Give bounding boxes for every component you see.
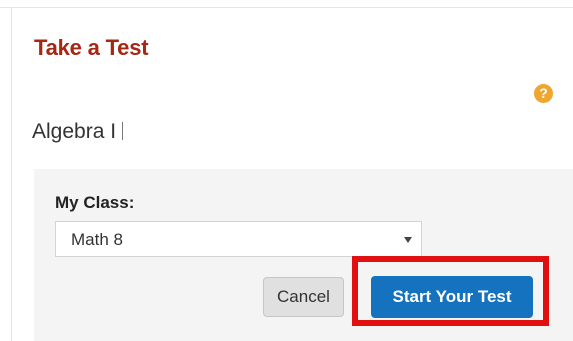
cancel-button[interactable]: Cancel [263,277,344,317]
class-select[interactable]: Math 8 [55,221,422,257]
help-icon-glyph: ? [539,85,548,101]
help-icon[interactable]: ? [534,84,553,103]
test-name-text: Algebra I [32,120,117,143]
chevron-down-icon [404,237,412,243]
start-your-test-button[interactable]: Start Your Test [371,276,533,318]
take-a-test-page: Take a Test ? Algebra I My Class: Math 8… [0,0,573,341]
left-border [11,7,12,341]
class-select-value: Math 8 [71,230,123,249]
text-cursor [122,122,124,140]
my-class-label: My Class: [55,193,135,212]
top-border [0,7,573,8]
test-name: Algebra I [32,120,124,144]
page-title: Take a Test [34,35,149,60]
